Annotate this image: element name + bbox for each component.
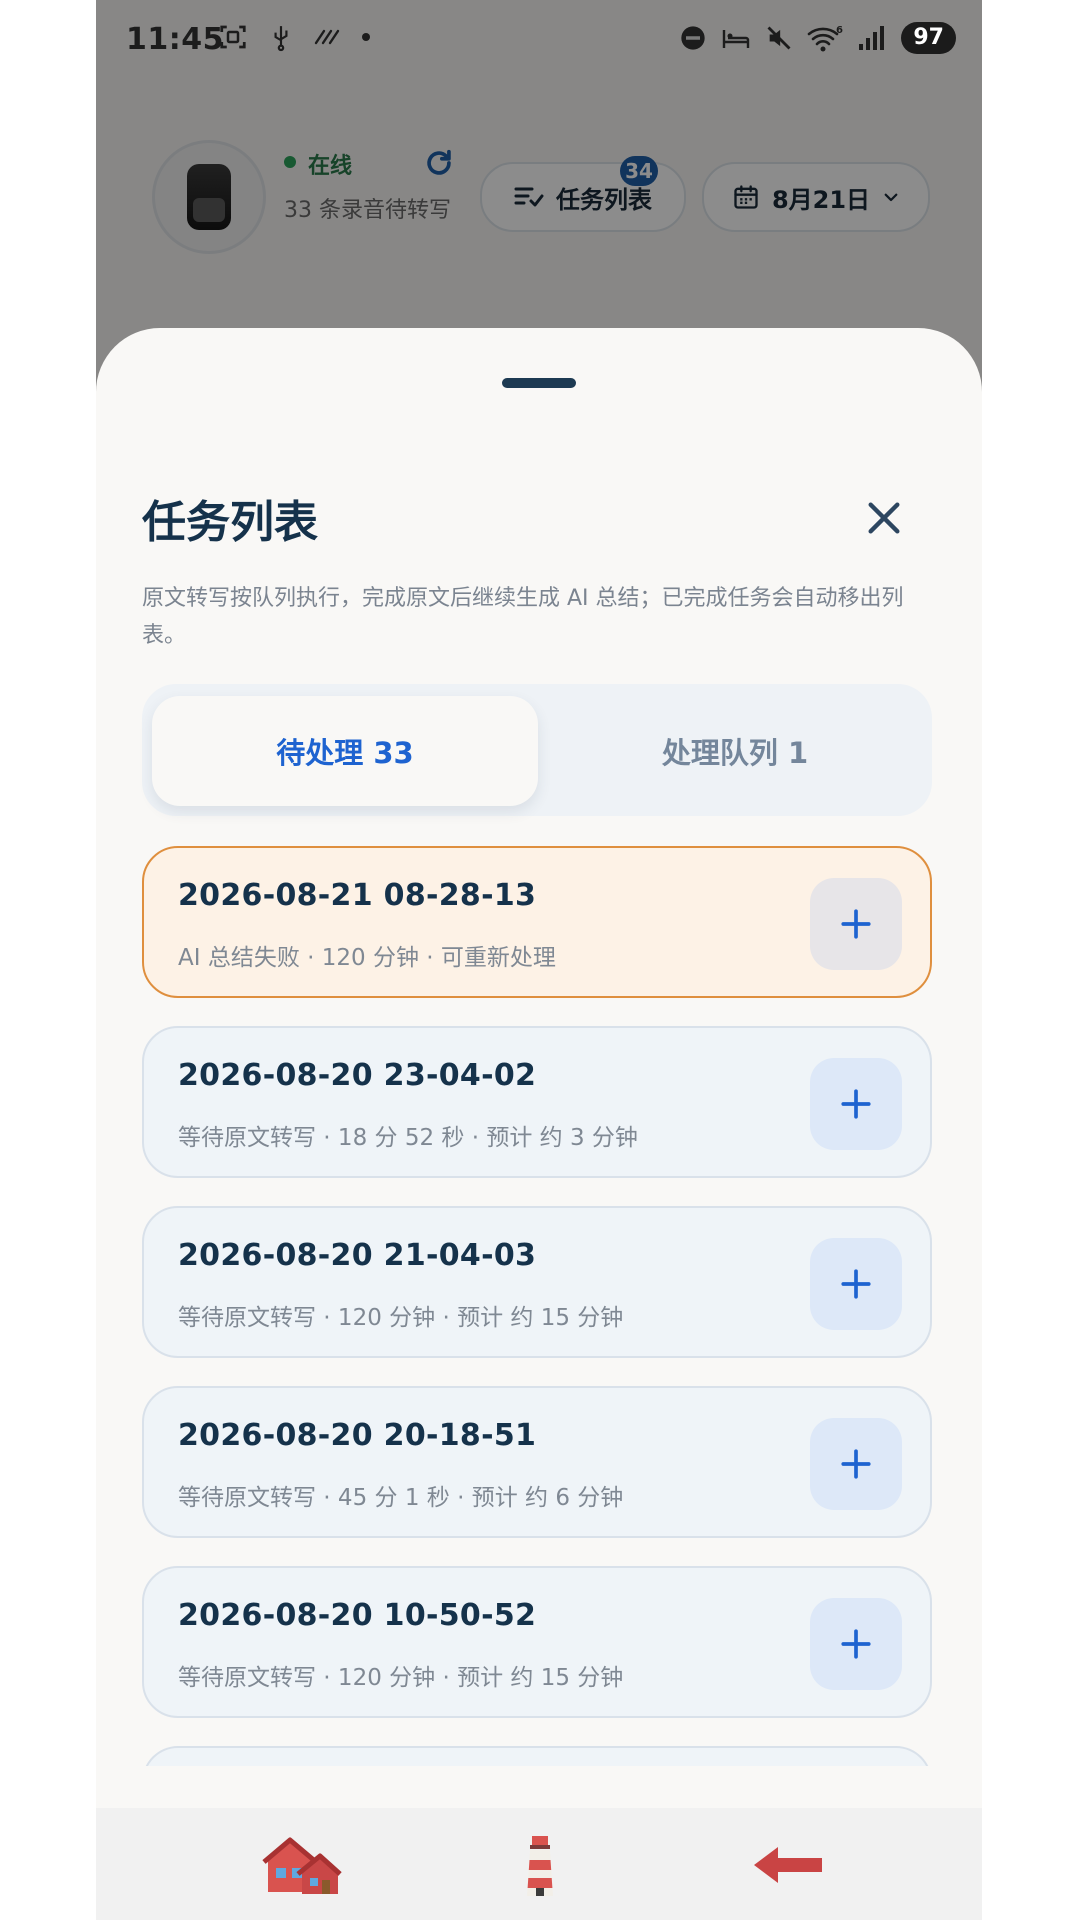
plus-icon [841, 1629, 871, 1659]
sheet-title: 任务列表 [142, 497, 318, 548]
add-task-button[interactable] [810, 1238, 902, 1330]
task-card[interactable]: 2026-08-20 23-04-02 等待原文转写 · 18 分 52 秒 ·… [142, 1026, 932, 1178]
add-task-button[interactable] [810, 1058, 902, 1150]
plus-icon [841, 909, 871, 939]
sheet-description: 原文转写按队列执行，完成原文后继续生成 AI 总结；已完成任务会自动移出列表。 [142, 586, 904, 648]
status-right-icons: 6 97 [679, 22, 956, 54]
houses-icon[interactable] [262, 1830, 342, 1900]
sleep-mode-icon [723, 30, 750, 48]
task-card[interactable]: 2026-08-20 21-04-03 等待原文转写 · 120 分钟 · 预计… [142, 1206, 932, 1358]
tab-pending[interactable]: 待处理 33 [152, 696, 538, 806]
task-card-partial[interactable] [142, 1746, 932, 1766]
status-left-icons [218, 22, 370, 52]
task-list-sheet: 任务列表 原文转写按队列执行，完成原文后继续生成 AI 总结；已完成任务会自动移… [96, 328, 982, 1808]
notification-dot-icon [362, 33, 370, 41]
bottom-nav [96, 1808, 982, 1920]
do-not-disturb-icon [681, 26, 706, 50]
task-subtitle: 等待原文转写 · 18 分 52 秒 · 预计 约 3 分钟 [178, 1125, 638, 1151]
lighthouse-icon[interactable] [500, 1830, 580, 1900]
task-title: 2026-08-20 21-04-03 [178, 1238, 537, 1273]
tab-bar: 待处理 33 处理队列 1 [142, 684, 932, 816]
task-title: 2026-08-20 23-04-02 [178, 1058, 537, 1093]
close-icon[interactable] [864, 498, 904, 538]
tab-processing-queue[interactable]: 处理队列 1 [542, 696, 928, 806]
task-title: 2026-08-20 10-50-52 [178, 1598, 537, 1633]
wifi-generation-label: 6 [836, 25, 843, 36]
data-sync-icon [314, 29, 340, 45]
sheet-drag-handle[interactable] [502, 378, 576, 388]
task-card[interactable]: 2026-08-21 08-28-13 AI 总结失败 · 120 分钟 · 可… [142, 846, 932, 998]
usb-icon [274, 26, 288, 52]
add-task-button[interactable] [810, 1418, 902, 1510]
task-title: 2026-08-21 08-28-13 [178, 878, 537, 913]
task-subtitle: 等待原文转写 · 120 分钟 · 预计 约 15 分钟 [178, 1665, 624, 1691]
task-subtitle: 等待原文转写 · 45 分 1 秒 · 预计 约 6 分钟 [178, 1485, 624, 1511]
phone-screen: 在线 33 条录音待转写 任务列表 34 8月21日 11:45 6 97 任务… [96, 0, 982, 1920]
screenshot-icon [220, 25, 246, 49]
wifi-icon: 6 [808, 25, 843, 52]
task-card[interactable]: 2026-08-20 20-18-51 等待原文转写 · 45 分 1 秒 · … [142, 1386, 932, 1538]
task-card[interactable]: 2026-08-20 10-50-52 等待原文转写 · 120 分钟 · 预计… [142, 1566, 932, 1718]
status-bar: 11:45 6 97 [96, 0, 982, 84]
task-subtitle: 等待原文转写 · 120 分钟 · 预计 约 15 分钟 [178, 1305, 624, 1331]
mute-icon [767, 26, 791, 50]
cellular-signal-icon [859, 26, 885, 50]
battery-level: 97 [901, 22, 956, 54]
plus-icon [841, 1449, 871, 1479]
task-list: 2026-08-21 08-28-13 AI 总结失败 · 120 分钟 · 可… [142, 846, 936, 1766]
add-task-button[interactable] [810, 878, 902, 970]
left-arrow-icon[interactable] [748, 1830, 828, 1900]
plus-icon [841, 1269, 871, 1299]
task-title: 2026-08-20 20-18-51 [178, 1418, 537, 1453]
add-task-button[interactable] [810, 1598, 902, 1690]
plus-icon [841, 1089, 871, 1119]
task-subtitle: AI 总结失败 · 120 分钟 · 可重新处理 [178, 945, 556, 971]
status-time: 11:45 [126, 22, 224, 57]
